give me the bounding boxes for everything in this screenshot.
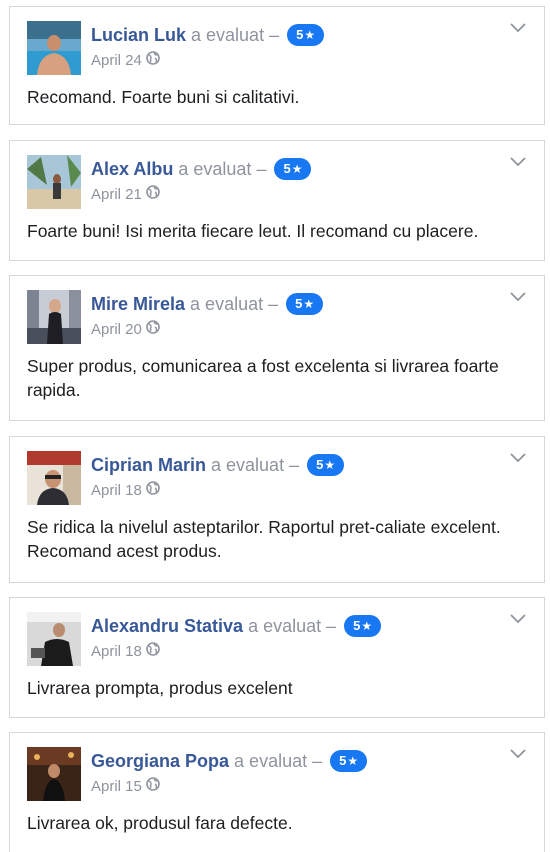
chevron-down-icon[interactable]: [510, 290, 526, 302]
review-date[interactable]: April 18: [91, 482, 142, 499]
rating-badge: 5 ★: [330, 750, 368, 772]
rating-badge: 5 ★: [274, 158, 312, 180]
review-card: Alex Albu a evaluat – 5 ★ April 21 Foarte…: [9, 140, 545, 261]
review-date[interactable]: April 20: [91, 321, 142, 338]
review-action: a evaluat –: [211, 454, 300, 475]
review-action: a evaluat –: [234, 750, 323, 771]
review-card: Georgiana Popa a evaluat – 5 ★ April 15 L…: [9, 732, 545, 852]
rating-badge: 5 ★: [344, 615, 382, 637]
globe-icon: [146, 320, 160, 338]
star-icon: ★: [361, 619, 373, 633]
review-card: Mire Mirela a evaluat – 5 ★ April 20 Supe…: [9, 275, 545, 421]
reviewer-name[interactable]: Georgiana Popa: [91, 751, 229, 772]
avatar[interactable]: [27, 21, 81, 75]
review-text: Livrarea prompta, produs excelent: [27, 678, 293, 698]
star-icon: ★: [291, 162, 303, 176]
review-meta: April 18: [91, 642, 160, 660]
review-header: Ciprian Marin a evaluat – 5 ★: [91, 451, 345, 479]
chevron-down-icon[interactable]: [510, 612, 526, 624]
avatar[interactable]: [27, 747, 81, 801]
review-header: Mire Mirela a evaluat – 5 ★: [91, 290, 324, 318]
review-action: a evaluat –: [191, 24, 280, 45]
globe-icon: [146, 481, 160, 499]
chevron-down-icon[interactable]: [510, 155, 526, 167]
review-text: Recomand. Foarte buni si calitativi.: [27, 87, 300, 107]
reviewer-name[interactable]: Ciprian Marin: [91, 455, 206, 476]
review-action: a evaluat –: [178, 158, 267, 179]
star-icon: ★: [304, 28, 316, 42]
review-header: Alex Albu a evaluat – 5 ★: [91, 155, 312, 183]
globe-icon: [146, 777, 160, 795]
review-card: Alexandru Stativa a evaluat – 5 ★ April 1…: [9, 597, 545, 718]
globe-icon: [146, 51, 160, 69]
rating-badge: 5 ★: [286, 293, 324, 315]
avatar[interactable]: [27, 155, 81, 209]
review-text: Super produs, comunicarea a fost excelen…: [27, 356, 499, 400]
avatar[interactable]: [27, 290, 81, 344]
review-date[interactable]: April 15: [91, 778, 142, 795]
review-meta: April 20: [91, 320, 160, 338]
rating-badge: 5 ★: [307, 454, 345, 476]
avatar[interactable]: [27, 451, 81, 505]
review-header: Lucian Luk a evaluat – 5 ★: [91, 21, 325, 49]
review-card: Lucian Luk a evaluat – 5 ★ April 24 Recom…: [9, 6, 545, 125]
review-header: Alexandru Stativa a evaluat – 5 ★: [91, 612, 382, 640]
review-date[interactable]: April 24: [91, 52, 142, 69]
reviewer-name[interactable]: Mire Mirela: [91, 294, 185, 315]
review-card: Ciprian Marin a evaluat – 5 ★ April 18 Se…: [9, 436, 545, 583]
reviews-feed: Lucian Luk a evaluat – 5 ★ April 24 Recom…: [0, 0, 550, 852]
review-header: Georgiana Popa a evaluat – 5 ★: [91, 747, 368, 775]
star-icon: ★: [324, 458, 336, 472]
star-icon: ★: [347, 754, 359, 768]
chevron-down-icon[interactable]: [510, 747, 526, 759]
review-action: a evaluat –: [190, 293, 279, 314]
review-action: a evaluat –: [248, 615, 337, 636]
star-icon: ★: [303, 297, 315, 311]
chevron-down-icon[interactable]: [510, 21, 526, 33]
globe-icon: [146, 642, 160, 660]
reviewer-name[interactable]: Alex Albu: [91, 159, 173, 180]
review-date[interactable]: April 18: [91, 643, 142, 660]
chevron-down-icon[interactable]: [510, 451, 526, 463]
avatar[interactable]: [27, 612, 81, 666]
review-text: Livrarea ok, produsul fara defecte.: [27, 813, 293, 833]
review-date[interactable]: April 21: [91, 186, 142, 203]
rating-badge: 5 ★: [287, 24, 325, 46]
review-meta: April 18: [91, 481, 160, 499]
globe-icon: [146, 185, 160, 203]
reviewer-name[interactable]: Lucian Luk: [91, 25, 186, 46]
review-meta: April 15: [91, 777, 160, 795]
reviewer-name[interactable]: Alexandru Stativa: [91, 616, 243, 637]
review-text: Se ridica la nivelul asteptarilor. Rapor…: [27, 517, 501, 561]
review-meta: April 21: [91, 185, 160, 203]
review-meta: April 24: [91, 51, 160, 69]
review-text: Foarte buni! Isi merita fiecare leut. Il…: [27, 221, 479, 241]
